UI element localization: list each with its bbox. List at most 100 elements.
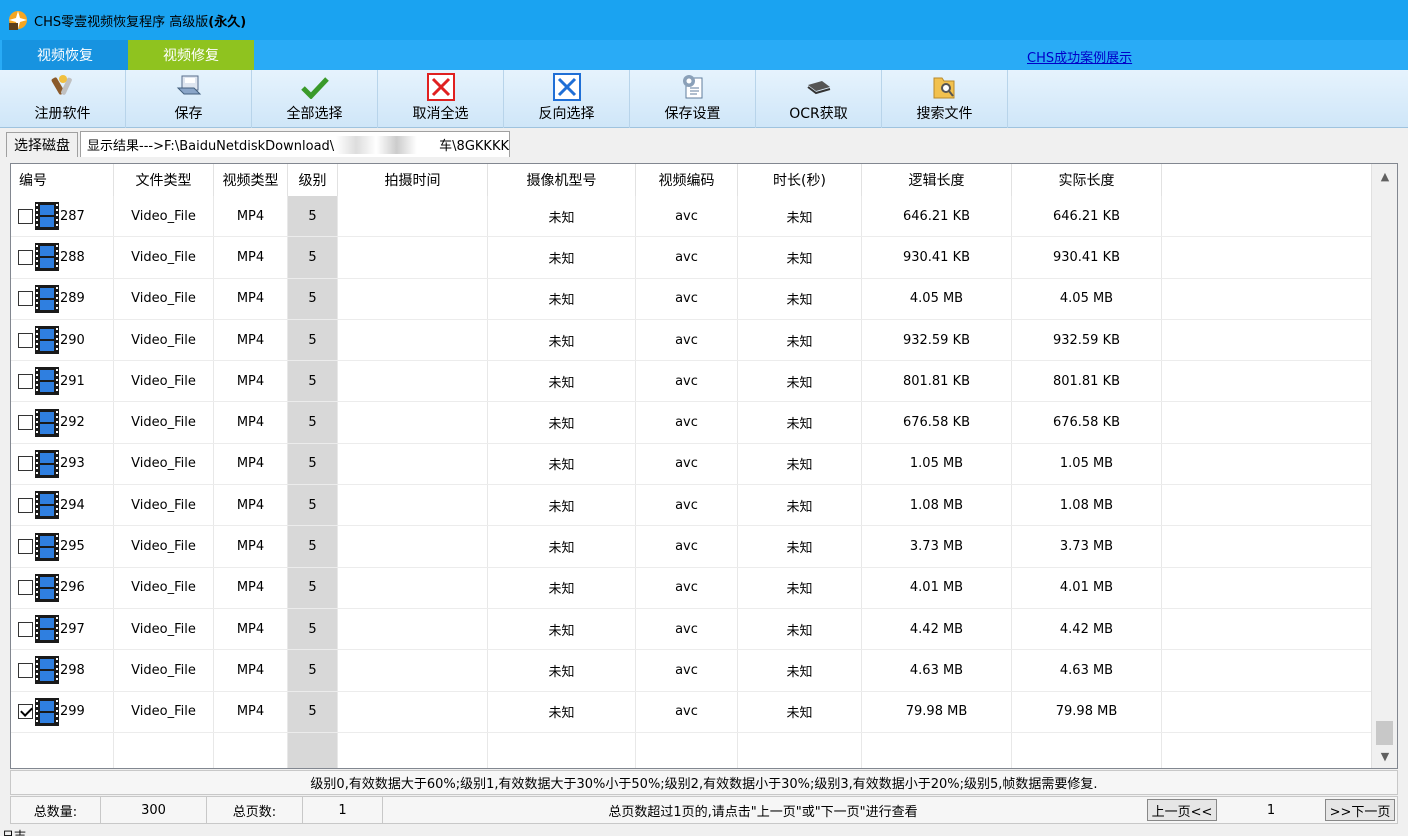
header-col-camera[interactable]: 摄像机型号 [488,164,636,196]
current-page-value: 1 [1266,802,1276,818]
video-type-cell: MP4 [214,485,288,526]
row-checkbox[interactable] [18,539,33,555]
vertical-scrollbar[interactable]: ▲ ▼ [1371,164,1397,768]
search-file-button[interactable]: 搜索文件 [882,70,1008,128]
save-button[interactable]: 保存 [126,70,252,128]
table-row[interactable]: 295 Video_File MP4 5 未知 avc 未知 3.73 MB 3.73 MB [11,526,1371,568]
row-id: 295 [60,539,85,555]
prev-page-button[interactable]: 上一页<< [1147,799,1217,821]
row-checkbox[interactable] [18,580,33,596]
empty-cell [114,732,214,768]
row-checkbox[interactable] [18,249,33,265]
duration-cell: 未知 [738,691,862,732]
camera-cell: 未知 [488,485,636,526]
video-file-icon [35,367,59,396]
table-row[interactable]: 291 Video_File MP4 5 未知 avc 未知 801.81 KB 801.81 … [11,361,1371,403]
row-checkbox[interactable] [18,662,33,678]
next-page-button[interactable]: >>下一页 [1325,799,1395,821]
level-cell: 5 [288,567,338,608]
header-col-actual-size[interactable]: 实际长度 [1012,164,1162,196]
tab-video-repair[interactable]: 视频修复 [128,40,254,70]
duration-cell: 未知 [738,650,862,691]
register-button[interactable]: 注册软件 [0,70,126,128]
level-cell: 5 [288,319,338,361]
header-col-level[interactable]: 级别 [288,164,338,196]
save-settings-button[interactable]: 保存设置 [630,70,756,128]
row-checkbox[interactable] [18,704,33,720]
tab-video-recovery[interactable]: 视频恢复 [2,40,128,70]
table-row[interactable]: 298 Video_File MP4 5 未知 avc 未知 4.63 MB 4.63 MB [11,650,1371,692]
table-row[interactable]: 287 Video_File MP4 5 未知 avc 未知 646.21 KB 646.21 … [11,196,1371,238]
result-path-tab[interactable]: 显示结果--->F:\BaiduNetdiskDownload\ 车\8GKKK… [80,131,510,157]
logical-size-cell: 4.42 MB [862,608,1012,650]
tools-icon [48,72,78,102]
ocr-button[interactable]: OCR获取 [756,70,882,128]
header-col-codec[interactable]: 视频编码 [636,164,738,196]
file-type-cell: Video_File [114,485,214,526]
header-col-id[interactable]: 编号 [11,164,114,196]
header-col-video-type[interactable]: 视频类型 [214,164,288,196]
camera-cell: 未知 [488,278,636,319]
row-checkbox[interactable] [18,373,33,389]
duration-cell: 未知 [738,361,862,402]
table-row[interactable]: 299 Video_File MP4 5 未知 avc 未知 79.98 MB 79.98 MB [11,691,1371,733]
table-row[interactable]: 292 Video_File MP4 5 未知 avc 未知 676.58 KB 676.58 … [11,402,1371,444]
level-cell: 5 [288,650,338,691]
shoot-time-cell [338,526,488,567]
camera-cell: 未知 [488,402,636,443]
video-type-cell: MP4 [214,402,288,443]
actual-size-cell: 1.05 MB [1012,443,1162,485]
header-col-logical-size[interactable]: 逻辑长度 [862,164,1012,196]
header-col-shoot-time[interactable]: 拍摄时间 [338,164,488,196]
cancel-all-button[interactable]: 取消全选 [378,70,504,128]
result-path-prefix: 显示结果--->F:\BaiduNetdiskDownload\ [87,139,335,154]
level-cell: 5 [288,443,338,485]
row-checkbox[interactable] [18,456,33,472]
video-file-icon [35,532,59,561]
select-all-button[interactable]: 全部选择 [252,70,378,128]
video-type-cell: MP4 [214,443,288,485]
shoot-time-cell [338,608,488,650]
header-col-duration[interactable]: 时长(秒) [738,164,862,196]
scroll-down-icon[interactable]: ▼ [1372,744,1397,768]
table-row[interactable]: 297 Video_File MP4 5 未知 avc 未知 4.42 MB 4.42 MB [11,608,1371,651]
codec-cell: avc [636,485,738,526]
shoot-time-cell [338,237,488,278]
row-checkbox[interactable] [18,497,33,513]
id-cell: 290 [11,319,114,361]
video-file-icon [35,573,59,602]
table-row[interactable]: 293 Video_File MP4 5 未知 avc 未知 1.05 MB 1.05 MB [11,443,1371,486]
table-row[interactable]: 294 Video_File MP4 5 未知 avc 未知 1.08 MB 1.08 MB [11,485,1371,527]
actual-size-cell: 932.59 KB [1012,319,1162,361]
toolbar: 注册软件 保存 全部选择 取消全选 反向选择 保存设置 OCR获取 搜索文件 [0,70,1408,128]
header-col-file-type[interactable]: 文件类型 [114,164,214,196]
table-row[interactable]: 289 Video_File MP4 5 未知 avc 未知 4.05 MB 4.05 MB [11,278,1371,320]
table-row[interactable]: 296 Video_File MP4 5 未知 avc 未知 4.01 MB 4.01 MB [11,567,1371,609]
table-row[interactable]: 288 Video_File MP4 5 未知 avc 未知 930.41 KB 930.41 … [11,237,1371,279]
filler-cell [1162,609,1362,649]
filler-cell [1162,279,1362,319]
video-type-cell: MP4 [214,526,288,567]
camera-cell: 未知 [488,319,636,361]
row-checkbox[interactable] [18,415,33,431]
scroll-up-icon[interactable]: ▲ [1372,164,1397,188]
id-cell: 299 [11,691,114,732]
filler-cell [1162,196,1362,236]
row-checkbox[interactable] [18,291,33,307]
level-cell: 5 [288,691,338,732]
file-type-cell: Video_File [114,402,214,443]
actual-size-cell: 676.58 KB [1012,402,1162,443]
logical-size-cell: 3.73 MB [862,526,1012,567]
id-cell: 292 [11,402,114,443]
case-showcase-link[interactable]: CHS成功案例展示 [1027,47,1132,66]
scroll-thumb[interactable] [1376,721,1393,745]
table-row[interactable]: 290 Video_File MP4 5 未知 avc 未知 932.59 KB 932.59 … [11,319,1371,362]
row-checkbox[interactable] [18,332,33,348]
select-disk-tab[interactable]: 选择磁盘 [6,132,78,157]
id-cell: 287 [11,196,114,237]
title-bar: CHS零壹视频恢复程序 高级版(永久) [0,0,1408,40]
row-checkbox[interactable] [18,621,33,637]
row-checkbox[interactable] [18,208,33,224]
id-cell: 289 [11,278,114,319]
invert-selection-button[interactable]: 反向选择 [504,70,630,128]
